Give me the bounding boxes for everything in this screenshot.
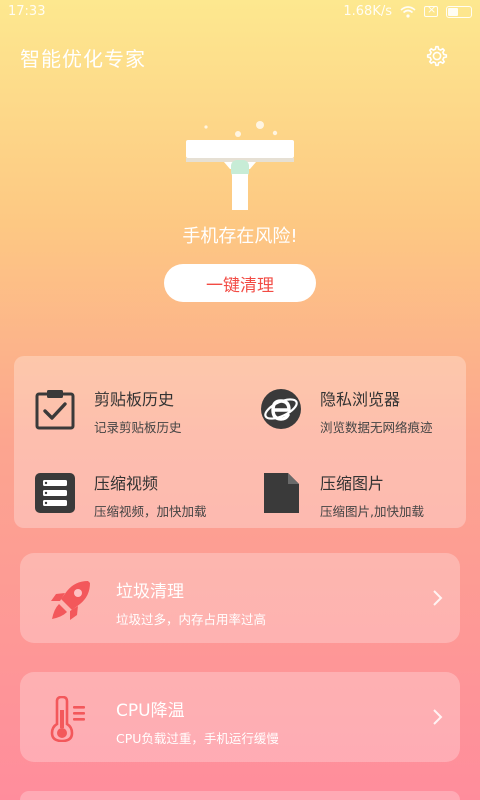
network-speed: 1.68K/s xyxy=(343,4,392,19)
cpu-cooling-card[interactable]: CPU降温 CPU负载过重，手机运行缓慢 xyxy=(20,672,460,762)
tool-subtitle: 浏览数据无网络痕迹 xyxy=(320,420,433,435)
tool-subtitle: 压缩图片,加快加载 xyxy=(320,504,424,519)
feature-title: 垃圾清理 xyxy=(116,582,184,602)
app-title: 智能优化专家 xyxy=(20,47,146,71)
file-icon xyxy=(264,473,299,513)
status-bar: 17:33 1.68K/s xyxy=(0,0,480,24)
tool-compress-image[interactable]: 压缩图片 压缩图片,加快加载 xyxy=(240,452,460,522)
feature-subtitle: 垃圾过多，内存占用率过高 xyxy=(116,612,267,627)
tool-clipboard-history[interactable]: 剪贴板历史 记录剪贴板历史 xyxy=(14,368,234,438)
tool-title: 压缩图片 xyxy=(320,474,385,493)
chevron-right-icon xyxy=(433,590,443,606)
no-sim-icon xyxy=(424,3,438,17)
thermometer-icon xyxy=(50,696,85,742)
feature-title: CPU降温 xyxy=(116,701,185,721)
tool-title: 剪贴板历史 xyxy=(94,390,175,409)
server-stack-icon xyxy=(35,473,75,513)
one-click-clean-button[interactable]: 一键清理 xyxy=(164,264,316,302)
rocket-icon xyxy=(51,581,90,620)
gear-icon[interactable] xyxy=(425,44,449,68)
tool-title: 压缩视频 xyxy=(94,474,159,493)
tools-card: 剪贴板历史 记录剪贴板历史 隐私浏览器 浏览数据无网络痕迹 压缩视频 压缩视频，… xyxy=(14,356,466,528)
battery-icon xyxy=(446,5,472,18)
tool-title: 隐私浏览器 xyxy=(320,390,401,409)
risk-status-text: 手机存在风险! xyxy=(182,226,298,247)
tool-subtitle: 记录剪贴板历史 xyxy=(94,420,182,435)
tool-compress-video[interactable]: 压缩视频 压缩视频，加快加载 xyxy=(14,452,234,522)
junk-clean-card[interactable]: 垃圾清理 垃圾过多，内存占用率过高 xyxy=(20,553,460,643)
feature-subtitle: CPU负载过重，手机运行缓慢 xyxy=(116,731,279,746)
browser-e-icon xyxy=(261,389,301,429)
chevron-right-icon xyxy=(433,709,443,725)
wifi-icon xyxy=(400,5,416,18)
tool-private-browser[interactable]: 隐私浏览器 浏览数据无网络痕迹 xyxy=(240,368,460,438)
status-icons: 1.68K/s xyxy=(343,3,472,19)
clipboard-check-icon xyxy=(35,390,75,430)
next-feature-card-partial[interactable] xyxy=(20,791,460,800)
status-time: 17:33 xyxy=(8,4,46,19)
tool-subtitle: 压缩视频，加快加载 xyxy=(94,504,207,519)
cleaning-tool-illustration xyxy=(186,121,294,210)
